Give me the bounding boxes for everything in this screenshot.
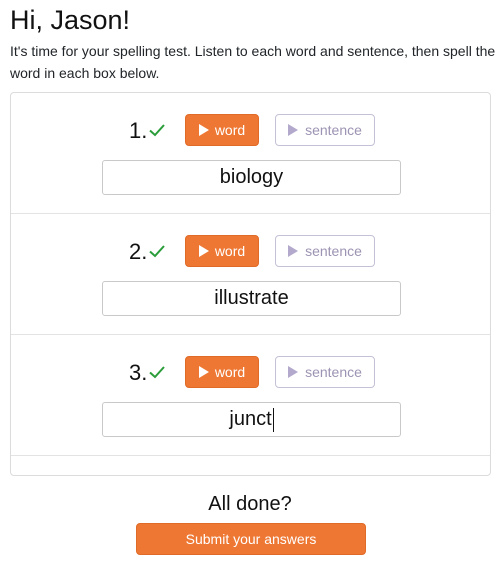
check-icon bbox=[149, 245, 165, 258]
sentence-button-label: sentence bbox=[305, 243, 362, 259]
play-icon bbox=[198, 245, 209, 257]
item-number: 3. bbox=[129, 360, 148, 385]
play-icon bbox=[288, 245, 299, 257]
answer-input[interactable]: biology bbox=[102, 160, 401, 195]
word-button-label: word bbox=[214, 122, 246, 138]
answer-input[interactable]: illustrate bbox=[102, 281, 401, 316]
play-sentence-button[interactable]: sentence bbox=[275, 235, 375, 267]
sentence-button-label: sentence bbox=[305, 122, 362, 138]
item-number: 2. bbox=[129, 239, 148, 264]
answer-text: illustrate bbox=[214, 287, 289, 309]
play-icon bbox=[288, 366, 299, 378]
word-button-label: word bbox=[214, 243, 246, 259]
text-cursor bbox=[272, 407, 274, 432]
play-icon bbox=[198, 124, 209, 136]
check-icon bbox=[149, 124, 165, 137]
play-sentence-button[interactable]: sentence bbox=[275, 356, 375, 388]
word-item: 3. word sentence junct bbox=[11, 335, 490, 456]
play-word-button[interactable]: word bbox=[185, 356, 259, 388]
word-list: 1. word sentence biology 2. word sentenc… bbox=[10, 92, 491, 476]
play-word-button[interactable]: word bbox=[185, 114, 259, 146]
play-sentence-button[interactable]: sentence bbox=[275, 114, 375, 146]
check-icon bbox=[149, 366, 165, 379]
item-number: 1. bbox=[129, 118, 148, 143]
play-word-button[interactable]: word bbox=[185, 235, 259, 267]
word-item: 1. word sentence biology bbox=[11, 93, 490, 214]
submit-answers-button[interactable]: Submit your answers bbox=[136, 523, 366, 555]
word-button-label: word bbox=[214, 364, 246, 380]
all-done-prompt: All done? bbox=[208, 493, 292, 515]
play-icon bbox=[288, 124, 299, 136]
answer-input[interactable]: junct bbox=[102, 402, 401, 437]
answer-text: junct bbox=[229, 408, 272, 430]
greeting-heading: Hi, Jason! bbox=[10, 5, 131, 35]
answer-text: biology bbox=[219, 166, 284, 188]
word-item: 2. word sentence illustrate bbox=[11, 214, 490, 335]
play-icon bbox=[198, 366, 209, 378]
sentence-button-label: sentence bbox=[305, 364, 362, 380]
instructions-text: It's time for your spelling test. Listen… bbox=[10, 43, 496, 81]
